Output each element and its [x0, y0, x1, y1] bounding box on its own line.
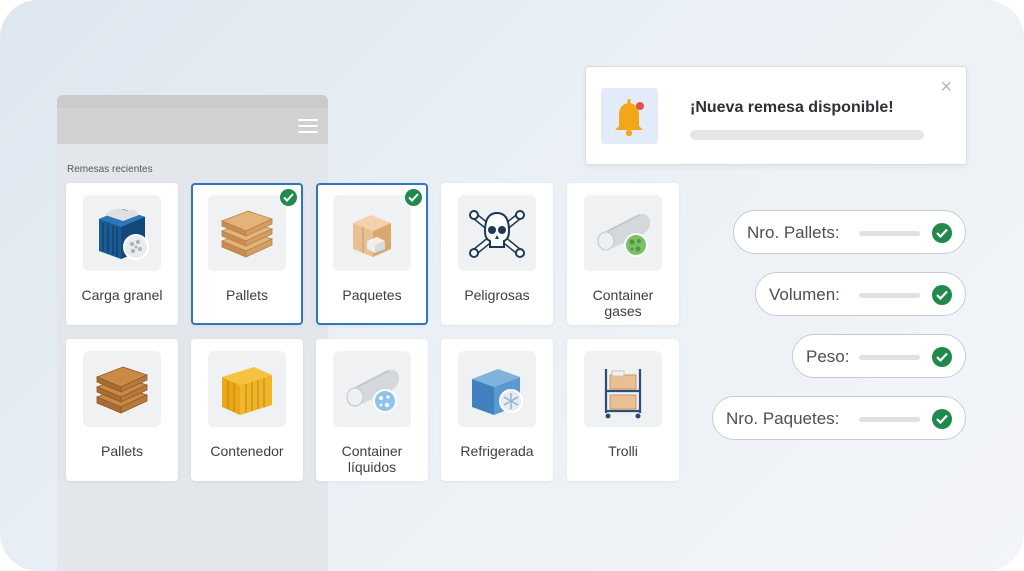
check-icon [280, 189, 297, 206]
card-label: Pallets [100, 443, 144, 459]
boxes-icon [333, 195, 411, 271]
liquid-tank-icon [333, 351, 411, 427]
card-label: Container líquidos [341, 443, 403, 475]
notification-card[interactable]: ¡Nueva remesa disponible! × [585, 66, 967, 165]
card-label: Trolli [608, 443, 638, 459]
bulk-container-icon [83, 195, 161, 271]
field-nro-paquetes[interactable]: Nro. Paquetes: [712, 396, 966, 440]
app-panel: Remesas recientes [57, 95, 328, 571]
card-carga-granel[interactable]: Carga granel [66, 183, 178, 325]
shipping-container-icon [208, 351, 286, 427]
card-trolli[interactable]: Trolli [567, 339, 679, 481]
menu-icon[interactable] [298, 119, 318, 133]
check-icon [405, 189, 422, 206]
card-label: Contenedor [210, 443, 284, 459]
close-icon[interactable]: × [940, 77, 952, 97]
card-pallets[interactable]: Pallets [191, 183, 303, 325]
field-volumen[interactable]: Volumen: [755, 272, 966, 316]
check-icon [932, 347, 952, 367]
field-label: Volumen: [769, 285, 840, 304]
card-label: Refrigerada [460, 443, 534, 459]
field-peso[interactable]: Peso: [792, 334, 966, 378]
pallet-stack-icon [208, 195, 286, 271]
field-value-bar [859, 417, 920, 422]
background-canvas: Remesas recientes Carga granel Pallets P… [0, 0, 1024, 571]
card-label: Carga granel [81, 287, 163, 303]
bell-icon [601, 88, 658, 144]
app-header [57, 108, 328, 144]
gas-tank-icon [584, 195, 662, 271]
status-bar [57, 95, 328, 108]
card-label: Peligrosas [464, 287, 530, 303]
check-icon [932, 409, 952, 429]
card-label: Container gases [592, 287, 654, 319]
card-label: Pallets [225, 287, 269, 303]
notification-placeholder-bar [690, 130, 924, 140]
refrigerated-container-icon [458, 351, 536, 427]
card-container-liquidos[interactable]: Container líquidos [316, 339, 428, 481]
card-label: Paquetes [342, 287, 402, 303]
card-pallets-2[interactable]: Pallets [66, 339, 178, 481]
field-label: Nro. Paquetes: [726, 409, 840, 428]
field-value-bar [859, 293, 920, 298]
check-icon [932, 285, 952, 305]
card-paquetes[interactable]: Paquetes [316, 183, 428, 325]
check-icon [932, 223, 952, 243]
wooden-pallets-icon [83, 351, 161, 427]
card-container-gases[interactable]: Container gases [567, 183, 679, 325]
card-peligrosas[interactable]: Peligrosas [441, 183, 553, 325]
card-refrigerada[interactable]: Refrigerada [441, 339, 553, 481]
card-contenedor[interactable]: Contenedor [191, 339, 303, 481]
trolley-icon [584, 351, 662, 427]
field-label: Peso: [806, 347, 850, 366]
field-value-bar [859, 231, 920, 236]
section-label: Remesas recientes [67, 164, 153, 175]
field-label: Nro. Pallets: [747, 223, 840, 242]
field-value-bar [859, 355, 920, 360]
skull-crossbones-icon [458, 195, 536, 271]
field-nro-pallets[interactable]: Nro. Pallets: [733, 210, 966, 254]
notification-title: ¡Nueva remesa disponible! [690, 99, 894, 116]
